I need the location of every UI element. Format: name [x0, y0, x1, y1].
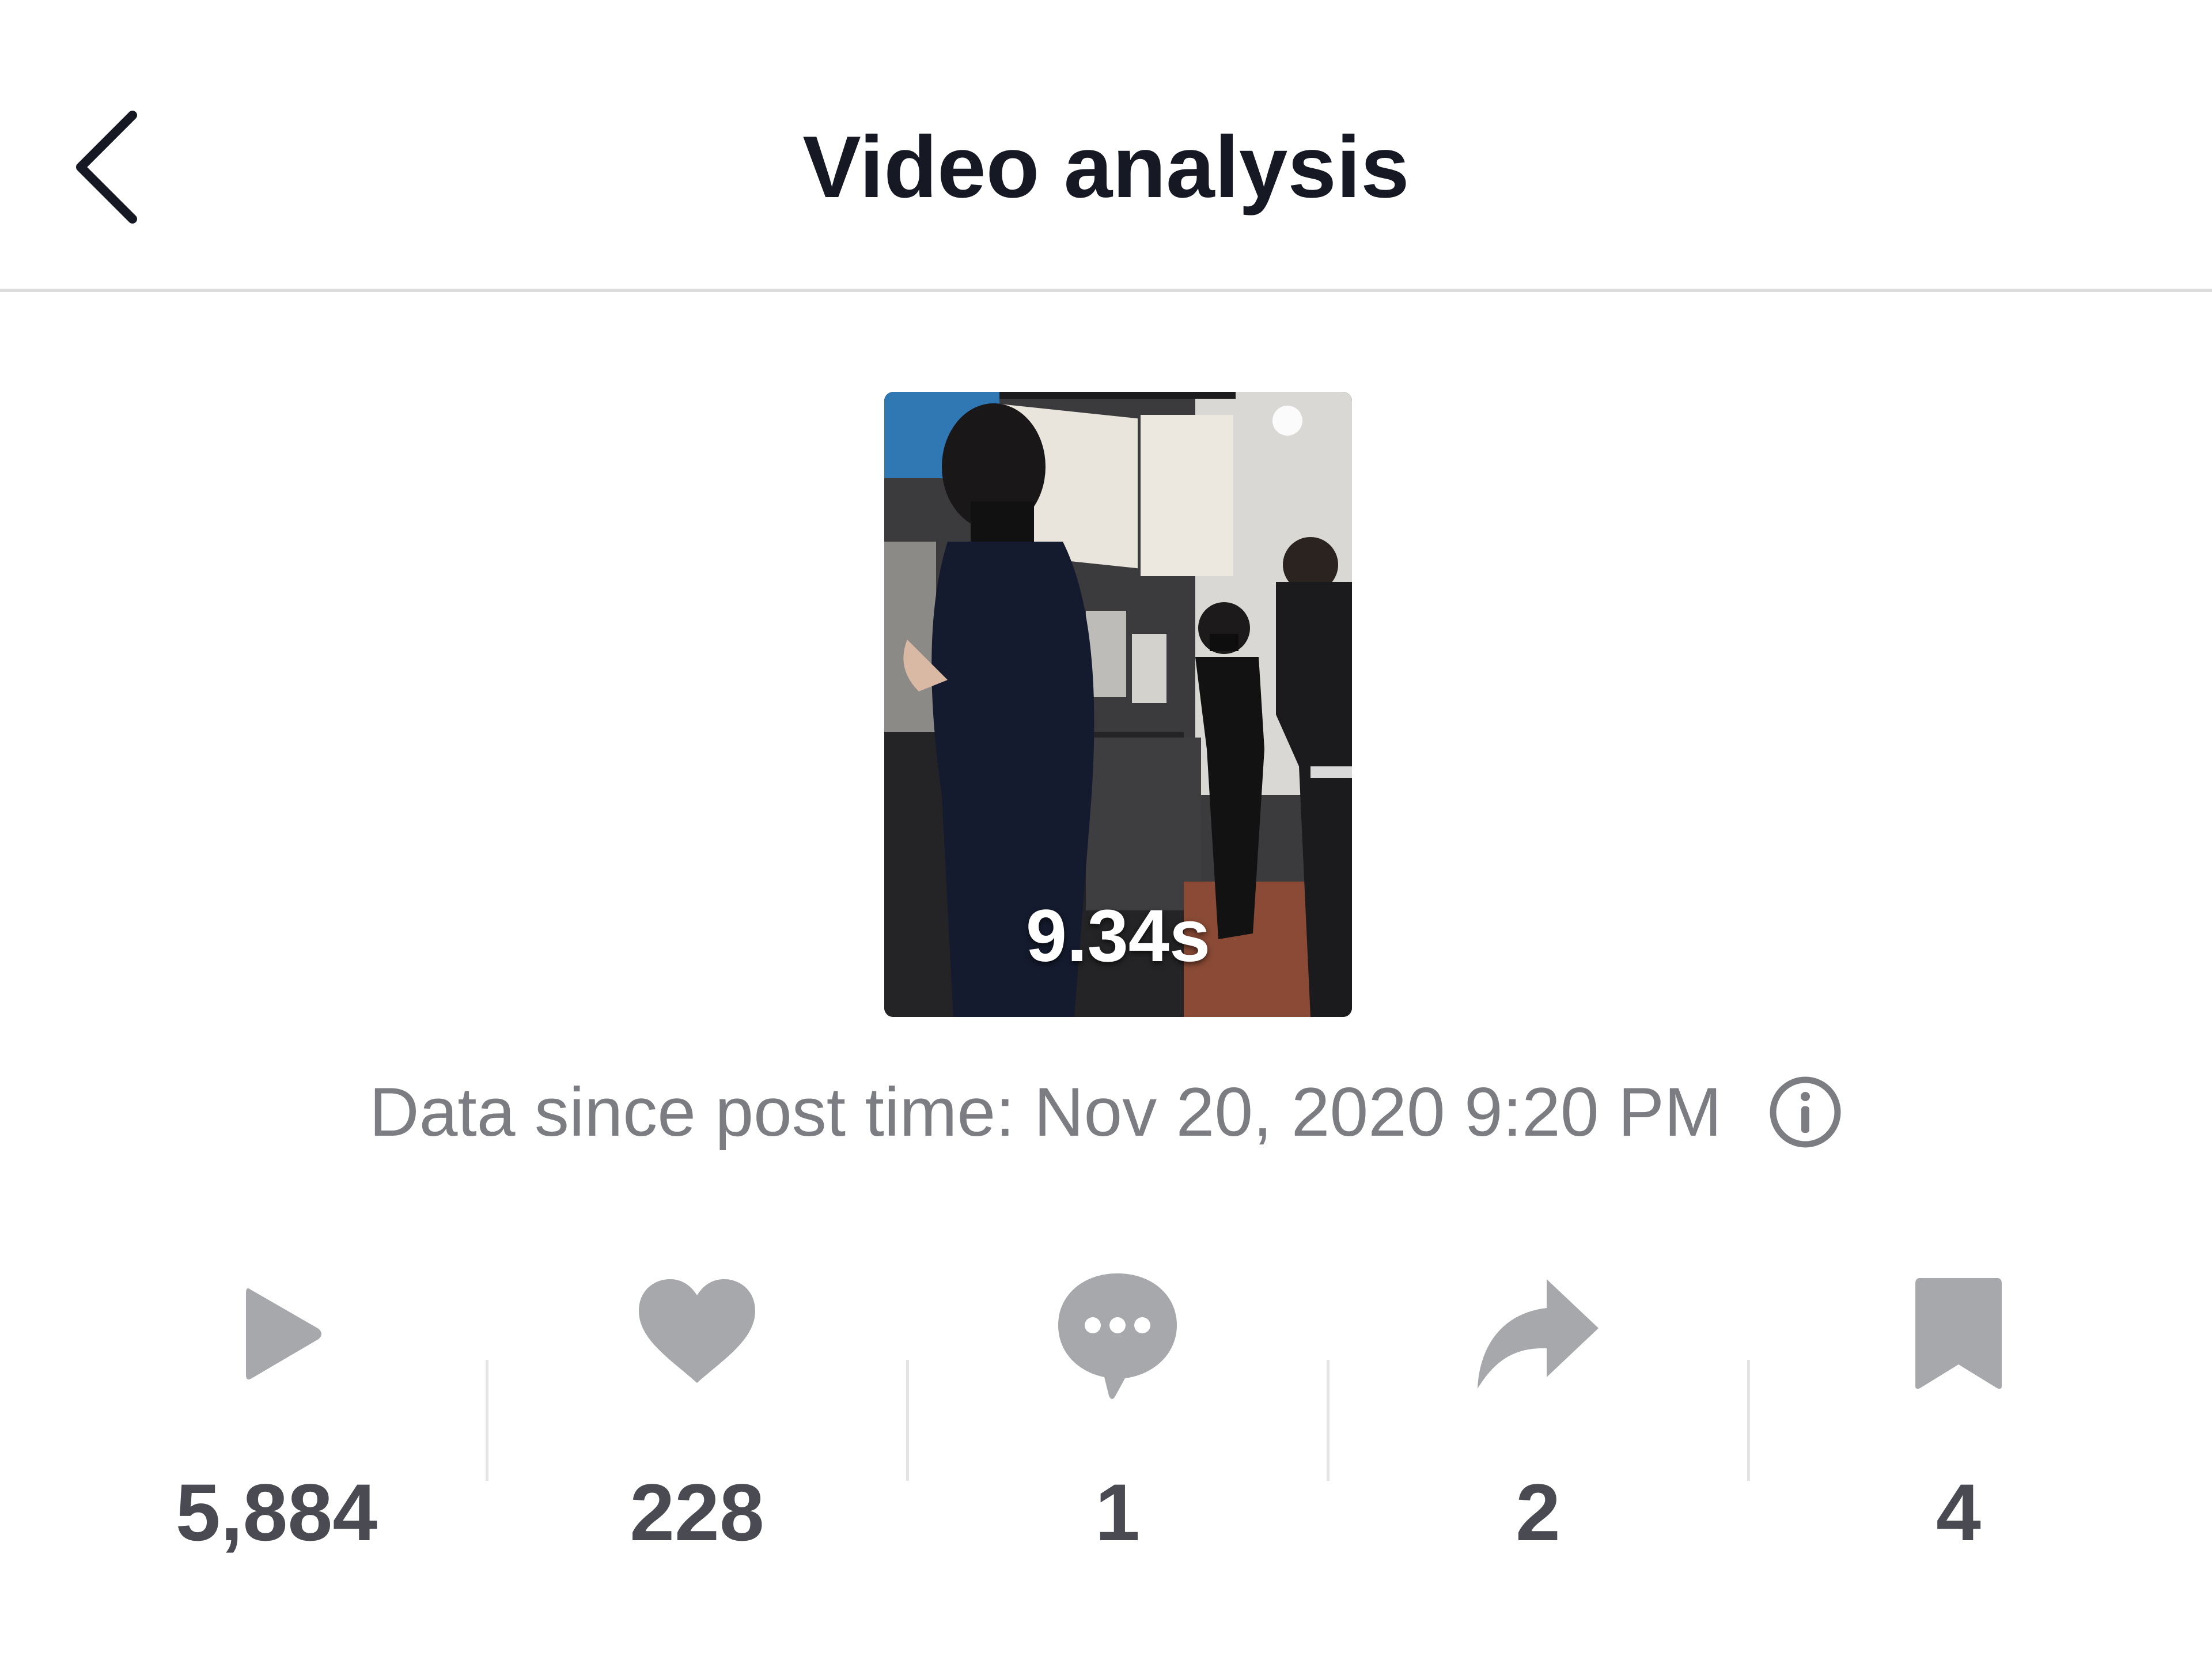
stat-shares-value: 2	[1516, 1467, 1560, 1557]
stat-shares: 2	[1328, 1256, 1748, 1579]
page-title: Video analysis	[802, 118, 1410, 216]
stat-likes-value: 228	[630, 1467, 764, 1557]
stat-comments: 1	[907, 1256, 1328, 1579]
bookmark-icon	[1915, 1278, 2002, 1389]
stat-views: 5,884	[66, 1256, 487, 1579]
video-thumbnail[interactable]: 9.34s	[884, 392, 1352, 1017]
stat-likes: 228	[487, 1256, 907, 1579]
post-time-text: Data since post time: Nov 20, 2020 9:20 …	[369, 1073, 1722, 1151]
header-bar: Video analysis	[0, 0, 2212, 292]
video-duration: 9.34s	[1025, 895, 1211, 977]
heart-icon	[639, 1279, 755, 1383]
info-circle-icon[interactable]	[1768, 1075, 1843, 1150]
comment-icon	[1058, 1273, 1177, 1399]
stats-row: 5,884 228 1 2 4	[0, 1256, 2212, 1579]
stat-saves-value: 4	[1936, 1467, 1981, 1557]
play-icon	[246, 1288, 321, 1379]
post-time-row: Data since post time: Nov 20, 2020 9:20 …	[0, 1069, 2212, 1155]
stat-comments-value: 1	[1095, 1467, 1140, 1557]
stat-views-value: 5,884	[175, 1467, 378, 1557]
share-icon	[1478, 1279, 1599, 1389]
stat-saves: 4	[1748, 1256, 2169, 1579]
